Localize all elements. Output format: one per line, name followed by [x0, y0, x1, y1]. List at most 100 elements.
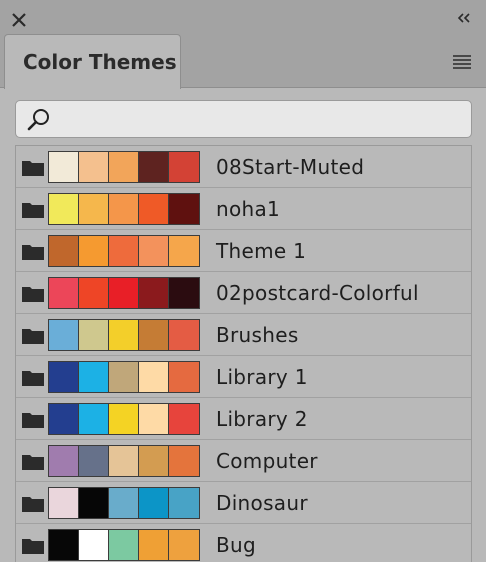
folder-icon — [22, 413, 44, 428]
folder-icon — [22, 497, 44, 512]
color-swatch[interactable] — [49, 236, 79, 266]
color-swatch[interactable] — [109, 194, 139, 224]
theme-row[interactable]: Brushes — [16, 314, 471, 356]
color-swatch[interactable] — [139, 236, 169, 266]
theme-row[interactable]: Library 2 — [16, 398, 471, 440]
color-swatches[interactable] — [48, 235, 200, 267]
color-swatch[interactable] — [169, 362, 199, 392]
color-swatch[interactable] — [49, 152, 79, 182]
color-swatch[interactable] — [169, 320, 199, 350]
theme-name: Theme 1 — [216, 239, 307, 263]
color-swatch[interactable] — [169, 404, 199, 434]
color-swatch[interactable] — [109, 530, 139, 560]
color-swatch[interactable] — [79, 404, 109, 434]
color-swatch[interactable] — [139, 278, 169, 308]
color-swatch[interactable] — [109, 236, 139, 266]
theme-name: noha1 — [216, 197, 281, 221]
color-swatch[interactable] — [169, 278, 199, 308]
theme-row[interactable]: Theme 1 — [16, 230, 471, 272]
color-swatch[interactable] — [79, 320, 109, 350]
color-swatches[interactable] — [48, 445, 200, 477]
search-icon — [27, 109, 49, 131]
theme-row[interactable]: 02postcard-Colorful — [16, 272, 471, 314]
color-swatch[interactable] — [169, 194, 199, 224]
color-swatch[interactable] — [139, 530, 169, 560]
theme-row[interactable]: Library 1 — [16, 356, 471, 398]
color-swatches[interactable] — [48, 487, 200, 519]
color-swatch[interactable] — [49, 446, 79, 476]
theme-name: Library 2 — [216, 407, 308, 431]
theme-row[interactable]: noha1 — [16, 188, 471, 230]
color-swatches[interactable] — [48, 403, 200, 435]
tab-label: Color Themes — [23, 50, 177, 74]
color-swatch[interactable] — [169, 152, 199, 182]
search-input[interactable] — [58, 107, 458, 131]
color-swatch[interactable] — [49, 278, 79, 308]
theme-name: Brushes — [216, 323, 299, 347]
color-swatch[interactable] — [169, 530, 199, 560]
color-swatch[interactable] — [79, 278, 109, 308]
color-swatch[interactable] — [109, 320, 139, 350]
color-swatch[interactable] — [79, 488, 109, 518]
color-swatch[interactable] — [139, 194, 169, 224]
color-swatch[interactable] — [49, 362, 79, 392]
theme-name: Bug — [216, 533, 256, 557]
color-swatch[interactable] — [49, 404, 79, 434]
color-swatch[interactable] — [49, 194, 79, 224]
color-swatch[interactable] — [139, 362, 169, 392]
theme-name: Computer — [216, 449, 318, 473]
color-swatch[interactable] — [109, 404, 139, 434]
folder-icon — [22, 287, 44, 302]
color-swatch[interactable] — [139, 488, 169, 518]
theme-row[interactable]: Bug — [16, 524, 471, 562]
folder-icon — [22, 329, 44, 344]
theme-name: 02postcard-Colorful — [216, 281, 419, 305]
theme-row[interactable]: 08Start-Muted — [16, 146, 471, 188]
color-swatches[interactable] — [48, 193, 200, 225]
color-swatch[interactable] — [169, 488, 199, 518]
color-swatches[interactable] — [48, 151, 200, 183]
hamburger-menu-icon[interactable] — [452, 53, 472, 69]
color-swatch[interactable] — [109, 446, 139, 476]
close-icon[interactable] — [11, 12, 27, 28]
folder-icon — [22, 539, 44, 554]
theme-row[interactable]: Dinosaur — [16, 482, 471, 524]
collapse-icon[interactable] — [456, 11, 472, 25]
color-swatch[interactable] — [139, 320, 169, 350]
color-swatch[interactable] — [139, 152, 169, 182]
color-swatch[interactable] — [79, 530, 109, 560]
theme-name: 08Start-Muted — [216, 155, 365, 179]
tab-color-themes[interactable]: Color Themes — [4, 34, 181, 89]
color-swatch[interactable] — [79, 362, 109, 392]
color-swatch[interactable] — [79, 446, 109, 476]
color-swatch[interactable] — [79, 236, 109, 266]
search-box[interactable] — [15, 100, 472, 138]
theme-name: Library 1 — [216, 365, 308, 389]
folder-icon — [22, 245, 44, 260]
color-swatch[interactable] — [169, 446, 199, 476]
folder-icon — [22, 371, 44, 386]
color-swatch[interactable] — [49, 488, 79, 518]
themes-list: 08Start-Muted noha1 Theme 1 02postcard-Colo… — [15, 145, 472, 562]
theme-row[interactable]: Computer — [16, 440, 471, 482]
folder-icon — [22, 455, 44, 470]
color-swatches[interactable] — [48, 361, 200, 393]
color-swatches[interactable] — [48, 529, 200, 561]
color-swatch[interactable] — [139, 404, 169, 434]
color-swatches[interactable] — [48, 277, 200, 309]
color-swatch[interactable] — [109, 362, 139, 392]
tab-bar: Color Themes — [0, 34, 486, 89]
color-swatch[interactable] — [109, 152, 139, 182]
color-swatch[interactable] — [79, 152, 109, 182]
color-swatches[interactable] — [48, 319, 200, 351]
color-swatch[interactable] — [109, 278, 139, 308]
color-swatch[interactable] — [49, 530, 79, 560]
color-swatch[interactable] — [109, 488, 139, 518]
color-swatch[interactable] — [169, 236, 199, 266]
folder-icon — [22, 161, 44, 176]
folder-icon — [22, 203, 44, 218]
color-swatch[interactable] — [139, 446, 169, 476]
color-swatch[interactable] — [79, 194, 109, 224]
panel-titlebar — [0, 0, 486, 34]
color-swatch[interactable] — [49, 320, 79, 350]
